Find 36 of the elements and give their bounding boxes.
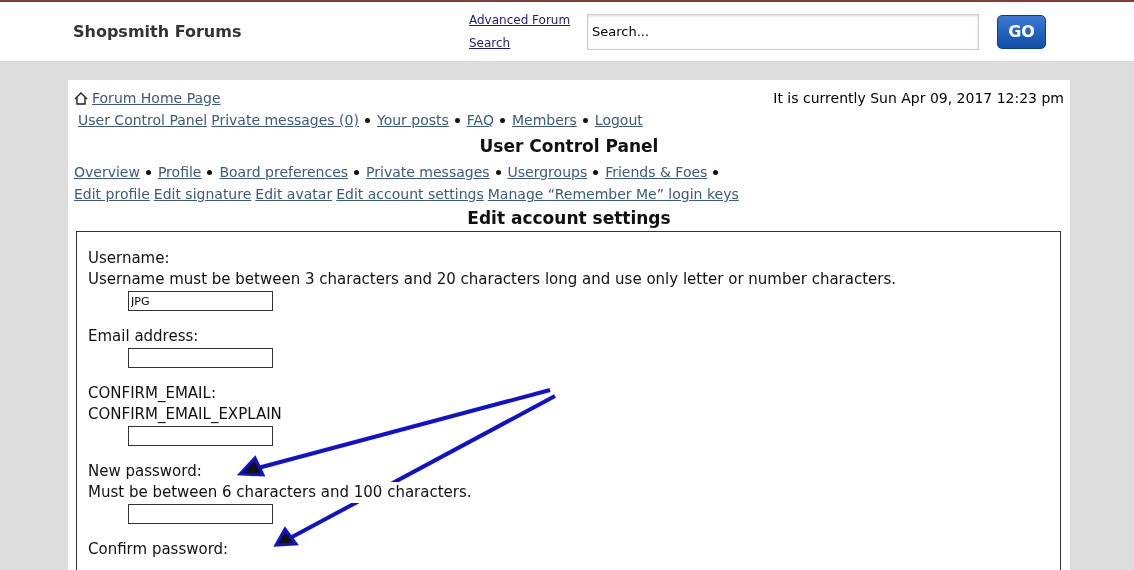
- nav-link[interactable]: FAQ: [466, 109, 494, 131]
- tab-link[interactable]: Usergroups: [507, 161, 588, 183]
- field-explain: Username must be between 3 characters and 20 characters long and use only letter or number characters.: [88, 269, 897, 290]
- sub-link[interactable]: Edit avatar: [255, 183, 333, 205]
- home-link[interactable]: Forum Home Page: [74, 87, 221, 109]
- tab-link[interactable]: Friends & Foes: [605, 161, 708, 183]
- tab-link[interactable]: Private messages: [366, 161, 490, 183]
- field-label: New password:: [88, 461, 202, 482]
- tab-link[interactable]: Profile: [157, 161, 202, 183]
- sub-link[interactable]: Manage “Remember Me” login keys: [487, 183, 739, 205]
- section-title: Edit account settings: [466, 207, 672, 230]
- field-explain: Must be between 6 characters and 100 characters.: [88, 482, 472, 503]
- current-time: It is currently Sun Apr 09, 2017 12:23 pm: [773, 89, 1064, 108]
- nav-link[interactable]: Members: [511, 109, 577, 131]
- sub-link[interactable]: Edit account settings: [336, 183, 484, 205]
- input-field[interactable]: [128, 504, 273, 524]
- tab-link[interactable]: Overview: [74, 161, 140, 183]
- nav-link[interactable]: Your posts: [376, 109, 449, 131]
- input-field[interactable]: [128, 426, 273, 446]
- search-field[interactable]: Search...: [587, 13, 979, 50]
- site-title: Shopsmith Forums: [73, 22, 243, 41]
- sub-link[interactable]: Edit profile: [74, 183, 150, 205]
- advanced-search-link[interactable]: Advanced Forum Search: [469, 8, 577, 55]
- home-icon: [74, 91, 88, 105]
- nav-link[interactable]: Private messages (0): [211, 109, 359, 131]
- tab-link[interactable]: Board preferences: [219, 161, 349, 183]
- field-explain: CONFIRM_EMAIL_EXPLAIN: [88, 404, 282, 425]
- field-label: Confirm password:: [88, 539, 229, 560]
- nav-link[interactable]: User Control Panel: [78, 109, 208, 131]
- input-field[interactable]: [128, 348, 273, 368]
- go-button[interactable]: GO: [997, 14, 1046, 49]
- field-label: CONFIRM_EMAIL:: [88, 383, 216, 404]
- nav-link[interactable]: Logout: [594, 109, 643, 131]
- page-title: User Control Panel: [478, 135, 660, 158]
- input-field[interactable]: JPG: [128, 291, 273, 311]
- sub-link[interactable]: Edit signature: [153, 183, 252, 205]
